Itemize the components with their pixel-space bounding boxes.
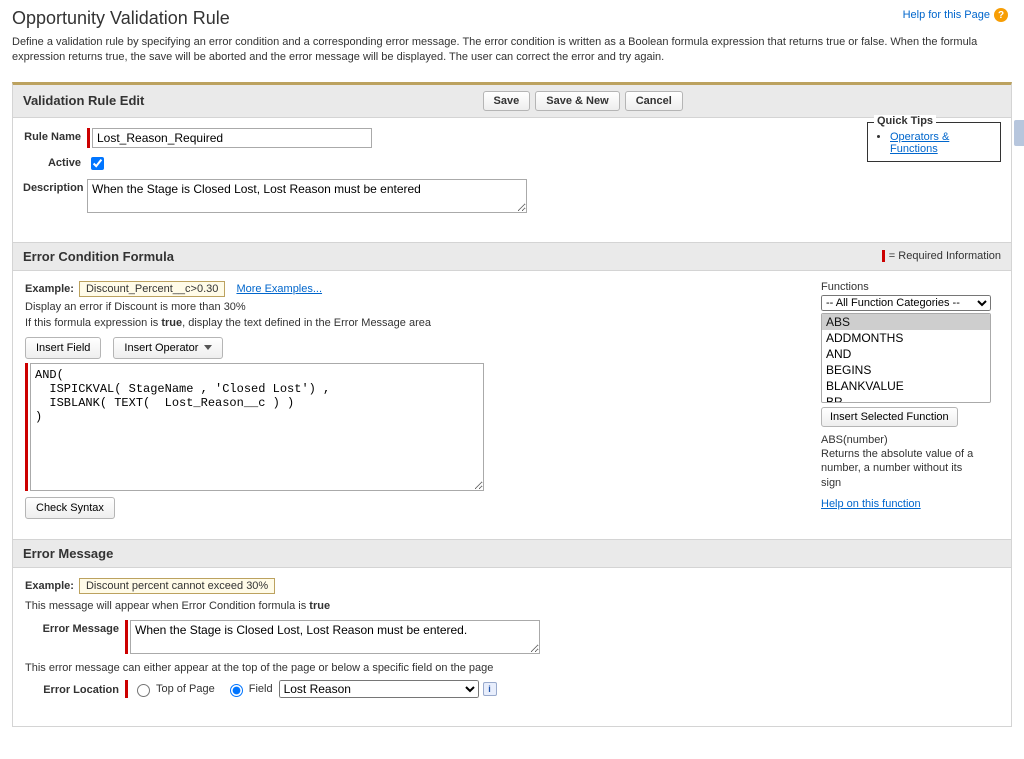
page-description: Define a validation rule by specifying a… bbox=[12, 35, 1012, 66]
error-example-box: Discount percent cannot exceed 30% bbox=[79, 578, 275, 594]
error-msg-body: Example: Discount percent cannot exceed … bbox=[13, 568, 1011, 726]
help-for-page-link[interactable]: Help for this Page ? bbox=[903, 8, 1008, 22]
list-item[interactable]: AND bbox=[822, 346, 990, 362]
error-example-label: Example: bbox=[25, 580, 74, 592]
insert-field-button[interactable]: Insert Field bbox=[25, 337, 101, 359]
validation-rule-edit-block: Validation Rule Edit Save Save & New Can… bbox=[12, 82, 1012, 727]
chevron-down-icon bbox=[204, 345, 212, 350]
required-bar-icon bbox=[125, 620, 128, 654]
function-description: ABS(number) Returns the absolute value o… bbox=[821, 433, 981, 490]
more-examples-link[interactable]: More Examples... bbox=[236, 283, 322, 295]
field-radio-label[interactable]: Field bbox=[225, 681, 273, 697]
help-for-page-text: Help for this Page bbox=[903, 9, 990, 21]
collapse-handle-icon[interactable] bbox=[1014, 120, 1024, 146]
function-signature: ABS(number) bbox=[821, 433, 981, 447]
error-message-label: Error Message bbox=[25, 620, 125, 635]
formula-header: Error Condition Formula = Required Infor… bbox=[13, 242, 1011, 271]
operators-functions-link[interactable]: Operators & Functions bbox=[890, 131, 949, 155]
list-item[interactable]: ADDMONTHS bbox=[822, 330, 990, 346]
edit-header: Validation Rule Edit Save Save & New Can… bbox=[13, 85, 1011, 118]
function-help-link[interactable]: Help on this function bbox=[821, 498, 1001, 510]
field-radio[interactable] bbox=[230, 684, 243, 697]
required-bar-icon bbox=[87, 128, 90, 148]
formula-textarea[interactable]: AND( ISPICKVAL( StageName , 'Closed Lost… bbox=[30, 363, 484, 491]
required-bar-icon bbox=[25, 363, 28, 491]
list-item[interactable]: BEGINS bbox=[822, 362, 990, 378]
insert-selected-function-button[interactable]: Insert Selected Function bbox=[821, 407, 958, 427]
error-hint: This message will appear when Error Cond… bbox=[25, 600, 1001, 612]
list-item[interactable]: BR bbox=[822, 394, 990, 403]
help-icon: ? bbox=[994, 8, 1008, 22]
active-label: Active bbox=[23, 154, 87, 169]
save-and-new-button[interactable]: Save & New bbox=[535, 91, 619, 111]
required-info: = Required Information bbox=[882, 250, 1001, 262]
example-label: Example: bbox=[25, 283, 74, 295]
formula-hint2: If this formula expression is true, disp… bbox=[25, 317, 809, 329]
edit-body: Rule Name Active Description When the St… bbox=[13, 118, 1011, 242]
page-title: Opportunity Validation Rule bbox=[12, 8, 1012, 29]
rule-name-input[interactable] bbox=[92, 128, 372, 148]
error-msg-title: Error Message bbox=[23, 546, 113, 561]
insert-operator-button[interactable]: Insert Operator bbox=[113, 337, 223, 359]
example-box: Discount_Percent__c>0.30 bbox=[79, 281, 225, 297]
error-message-textarea[interactable]: When the Stage is Closed Lost, Lost Reas… bbox=[130, 620, 540, 654]
save-button[interactable]: Save bbox=[483, 91, 531, 111]
info-icon[interactable]: i bbox=[483, 682, 497, 696]
function-list[interactable]: ABS ADDMONTHS AND BEGINS BLANKVALUE BR bbox=[821, 313, 991, 403]
error-msg-header: Error Message bbox=[13, 539, 1011, 568]
error-location-field-select[interactable]: Lost Reason bbox=[279, 680, 479, 698]
check-syntax-button[interactable]: Check Syntax bbox=[25, 497, 115, 519]
description-label: Description bbox=[23, 179, 87, 194]
functions-label: Functions bbox=[821, 281, 1001, 293]
formula-header-title: Error Condition Formula bbox=[23, 249, 174, 264]
formula-body: Example: Discount_Percent__c>0.30 More E… bbox=[13, 271, 1011, 539]
description-textarea[interactable]: When the Stage is Closed Lost, Lost Reas… bbox=[87, 179, 527, 213]
active-checkbox[interactable] bbox=[91, 157, 104, 170]
formula-hint1: Display an error if Discount is more tha… bbox=[25, 301, 809, 313]
error-location-label: Error Location bbox=[25, 681, 125, 696]
function-category-select[interactable]: -- All Function Categories -- bbox=[821, 295, 991, 311]
required-bar-icon bbox=[125, 680, 128, 698]
top-of-page-radio-label[interactable]: Top of Page bbox=[132, 681, 215, 697]
functions-panel: Functions -- All Function Categories -- … bbox=[821, 281, 1001, 519]
cancel-button[interactable]: Cancel bbox=[625, 91, 683, 111]
edit-header-title: Validation Rule Edit bbox=[23, 93, 144, 108]
top-of-page-radio[interactable] bbox=[137, 684, 150, 697]
location-hint: This error message can either appear at … bbox=[25, 662, 1001, 674]
list-item[interactable]: ABS bbox=[822, 314, 990, 330]
list-item[interactable]: BLANKVALUE bbox=[822, 378, 990, 394]
function-description-text: Returns the absolute value of a number, … bbox=[821, 447, 981, 490]
rule-name-label: Rule Name bbox=[23, 128, 87, 143]
quick-tips-box: Operators & Functions bbox=[867, 122, 1001, 162]
